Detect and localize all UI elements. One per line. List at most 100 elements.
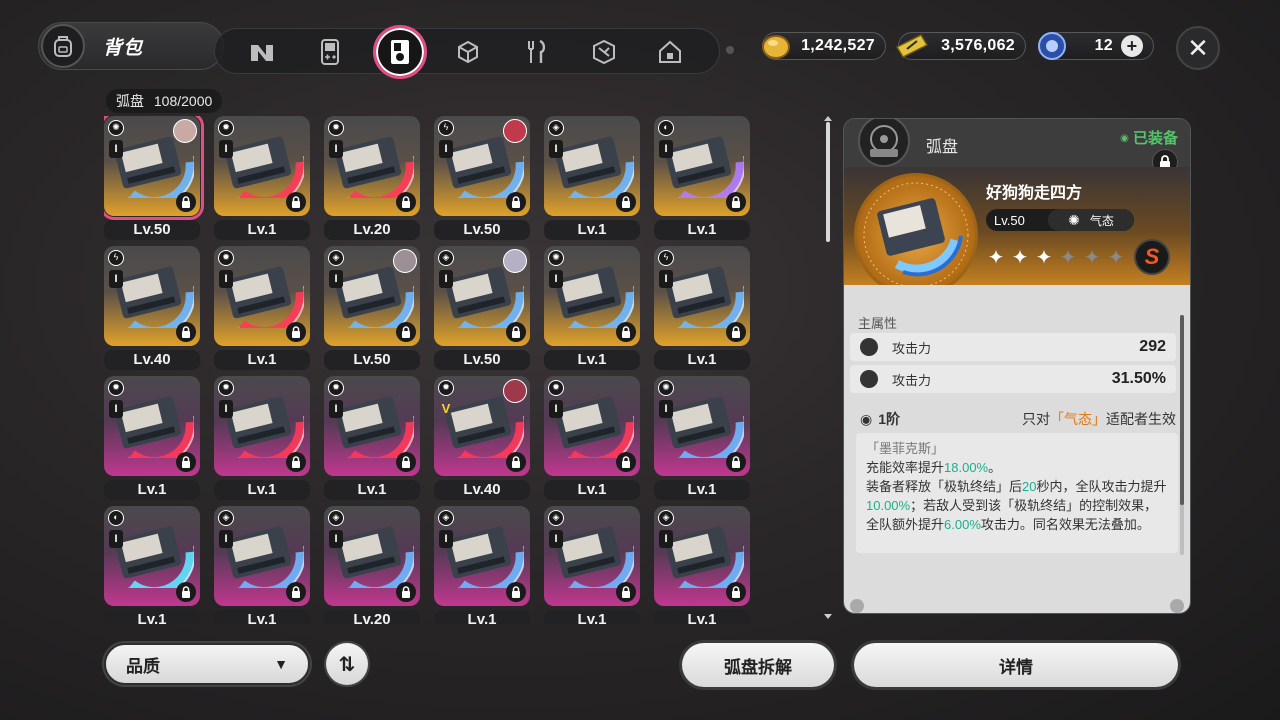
disc-artwork [664, 526, 744, 588]
rank-badge: I [109, 140, 123, 158]
disc-card[interactable]: ◐ I [104, 506, 200, 606]
equipped-agent-avatar [393, 249, 417, 273]
cube-icon [458, 40, 478, 64]
shield-tool-icon [593, 39, 615, 65]
disc-artwork [224, 526, 304, 588]
equipped-agent-avatar [503, 379, 527, 403]
stat-row: 攻击力 31.50% [850, 365, 1176, 393]
disc-card[interactable]: ✹ I [324, 376, 420, 476]
lock-icon [616, 582, 636, 602]
disc-level-label: Lv.1 [214, 480, 310, 500]
disc-card[interactable]: ✹ I [324, 116, 420, 216]
disc-card[interactable]: ✹ V [434, 376, 530, 476]
quality-sort-dropdown[interactable]: 品质 ▼ [104, 643, 310, 685]
star-filled-icon: ✦ [1011, 247, 1029, 269]
rank-badge: I [329, 400, 343, 418]
tab-n-logo[interactable] [243, 33, 281, 71]
disc-card[interactable]: ϟI [434, 116, 530, 216]
disc-level-label: Lv.1 [544, 220, 640, 240]
tab-disc-drive[interactable] [373, 25, 427, 79]
disc-name: 好狗狗走四方 [986, 185, 1083, 202]
disc-level-label: Lv.1 [104, 480, 200, 500]
disc-card[interactable]: ✹ I [544, 376, 640, 476]
disc-card[interactable]: ϟI [104, 246, 200, 346]
tab-cube[interactable] [449, 33, 487, 71]
energy-value: 12 [1094, 37, 1113, 54]
disc-artwork [334, 136, 414, 198]
rank-badge: I [549, 400, 563, 418]
tab-home[interactable] [651, 33, 689, 71]
page-title: 背包 [103, 37, 144, 59]
equipped-status: ◉ 已装备 [1120, 127, 1178, 148]
details-label: 详情 [999, 657, 1033, 677]
tickets-value: 3,576,062 [941, 37, 1015, 54]
disc-card[interactable]: ✺ I [544, 246, 640, 346]
disc-detail-panel: 弧盘 ◉ 已装备 好狗狗走四方 Lv.50 ✺ 气态 ✦ ✦ ✦ ✦ ✦ ✦ S 主属性 … [843, 118, 1191, 614]
rank-badge: I [439, 140, 453, 158]
panel-scrollbar[interactable] [1180, 315, 1184, 555]
dismantle-button[interactable]: 弧盘拆解 [682, 643, 834, 687]
gameboy-icon [321, 39, 339, 65]
disc-level-label: Lv.1 [104, 610, 200, 624]
disc-card[interactable]: ◈ I [544, 116, 640, 216]
equipped-agent-avatar [503, 249, 527, 273]
lock-icon [396, 322, 416, 342]
sort-label: 品质 [126, 656, 160, 676]
close-button[interactable]: ✕ [1176, 26, 1220, 70]
disc-card[interactable]: ◈ I [434, 246, 530, 346]
grid-scrollbar[interactable] [824, 116, 832, 619]
disc-level-label: Lv.1 [214, 610, 310, 624]
attribute-icon: ✹ [218, 250, 234, 266]
currency-coins[interactable]: 1,242,527 [762, 32, 886, 60]
disc-card[interactable]: ◈ I [324, 246, 420, 346]
gas-attribute-icon: ✺ [1068, 211, 1080, 228]
disc-card[interactable]: ◐ I [654, 116, 750, 216]
tab-food[interactable] [517, 33, 555, 71]
rank-badge: I [329, 270, 343, 288]
stat-label: 攻击力 [892, 372, 932, 388]
star-empty-icon: ✦ [1083, 247, 1101, 269]
gold-coin-icon [762, 35, 790, 59]
disc-card[interactable]: ✹ I [214, 116, 310, 216]
rank-badge: I [219, 140, 233, 158]
disc-artwork [334, 526, 414, 588]
disc-card[interactable]: ◈ I [654, 506, 750, 606]
disc-card[interactable]: ✹ I [214, 246, 310, 346]
currency-energy[interactable]: 12 + [1038, 32, 1154, 60]
disc-artwork [664, 266, 744, 328]
disc-card[interactable]: ◈ I [214, 506, 310, 606]
disc-card[interactable]: ✹ I [214, 376, 310, 476]
target-icon: ◉ [860, 410, 873, 427]
tab-shield-tool[interactable] [585, 33, 623, 71]
disc-card[interactable]: ✹ I [104, 376, 200, 476]
disc-card[interactable]: ϟI [654, 246, 750, 346]
attribute-icon: ϟ [658, 250, 674, 266]
currency-tickets[interactable]: 3,576,062 [895, 32, 1026, 60]
effect-condition: 只对「气态」适配者生效 [1022, 409, 1176, 429]
disc-artwork [444, 526, 524, 588]
sort-order-button[interactable]: ⇅ [326, 643, 368, 685]
add-energy-button[interactable]: + [1121, 35, 1143, 57]
disc-artwork [114, 526, 194, 588]
rank-badge: I [549, 270, 563, 288]
disc-level-label: Lv.50 [434, 220, 530, 240]
lock-icon [176, 192, 196, 212]
lock-icon [616, 192, 636, 212]
lock-icon [286, 322, 306, 342]
disc-card[interactable]: ✺ I [654, 376, 750, 476]
disc-artwork [554, 526, 634, 588]
disc-card[interactable]: ◈ I [434, 506, 530, 606]
stat-value: 31.50% [1111, 370, 1166, 387]
disc-level-label: Lv.1 [654, 480, 750, 500]
disc-card[interactable]: ✺ I [104, 116, 204, 220]
stat-row: 攻击力 292 [850, 333, 1176, 361]
disc-artwork [554, 136, 634, 198]
disc-card[interactable]: ◈ I [544, 506, 640, 606]
disc-artwork [224, 396, 304, 458]
attribute-label: 气态 [1089, 213, 1114, 228]
disc-portrait [854, 173, 978, 297]
details-button[interactable]: 详情 [854, 643, 1178, 687]
lock-icon [176, 582, 196, 602]
disc-card[interactable]: ◈ I [324, 506, 420, 606]
tab-gameboy[interactable] [311, 33, 349, 71]
